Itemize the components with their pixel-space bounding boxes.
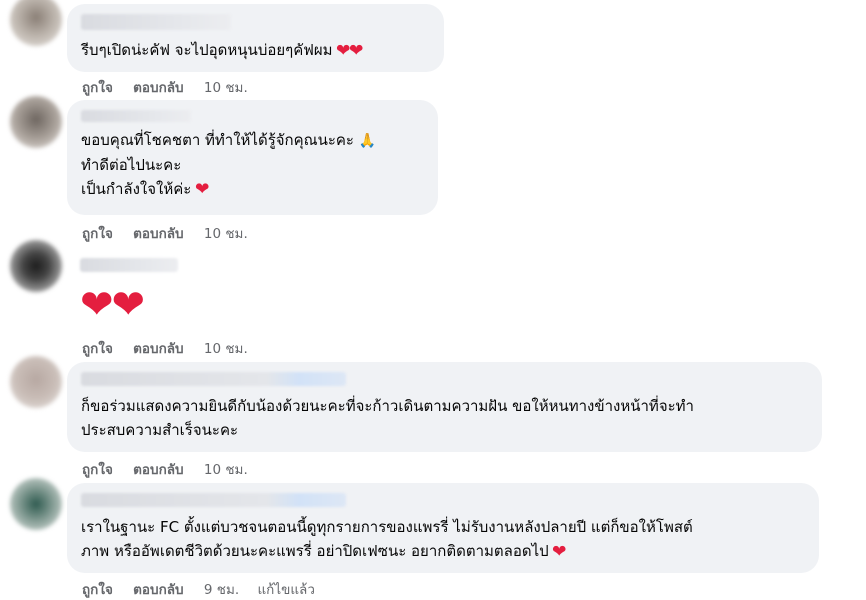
comment-actions: ถูกใจ ตอบกลับ 10 ชม. (82, 458, 262, 480)
reply-button[interactable]: ตอบกลับ (133, 226, 183, 242)
heart-icon: ❤ (348, 39, 364, 61)
like-button[interactable]: ถูกใจ (82, 341, 113, 357)
comment-text-line: เราในฐานะ FC ตั้งแต่บวชจนตอนนี้ดูทุกรายก… (81, 518, 693, 536)
comment-text-line: รีบๆเปิดน่ะคัฟ จะไปอุดหนุนบ่อยๆคัฟผม (81, 41, 333, 59)
heart-icon: ❤ (195, 178, 210, 200)
author-name[interactable] (81, 493, 346, 507)
comment-bubble: ก็ขอร่วมแสดงความยินดีกับน้องด้วยนะคะที่จ… (67, 362, 822, 452)
comment-timestamp[interactable]: 10 ชม. (204, 462, 248, 478)
avatar[interactable] (10, 96, 62, 148)
comment-text-line: ก็ขอร่วมแสดงความยินดีกับน้องด้วยนะคะที่จ… (81, 397, 694, 415)
comment-text: ภาพ หรืออัพเดตชีวิตด้วยนะคะแพรรี่ อย่าปิ… (81, 539, 805, 563)
comment-text: ก็ขอร่วมแสดงความยินดีกับน้องด้วยนะคะที่จ… (81, 394, 808, 418)
comment-feed: รีบๆเปิดน่ะคัฟ จะไปอุดหนุนบ่อยๆคัฟผม ❤❤ … (0, 0, 866, 600)
comment-actions: ถูกใจ ตอบกลับ 10 ชม. (82, 337, 262, 359)
comment-timestamp[interactable]: 9 ชม. (204, 582, 239, 598)
comment-text: ขอบคุณที่โชคชตา ที่ทำให้ได้รู้จักคุณนะคะ… (81, 128, 424, 153)
comment-actions: ถูกใจ ตอบกลับ 9 ชม. แก้ไขแล้ว (82, 578, 315, 600)
reply-button[interactable]: ตอบกลับ (133, 582, 183, 598)
heart-icon: ❤ (552, 540, 567, 562)
avatar[interactable] (10, 240, 62, 292)
heart-icon: ❤ (111, 282, 145, 328)
comment-text: เป็นกำลังใจให้ค่ะ ❤ (81, 177, 424, 201)
comment-text-line: ประสบความสำเร็จนะคะ (81, 421, 239, 439)
comment-text-line: ภาพ หรืออัพเดตชีวิตด้วยนะคะแพรรี่ อย่าปิ… (81, 542, 549, 560)
comment-text: ทำดีต่อไปนะคะ (81, 153, 424, 177)
edited-label[interactable]: แก้ไขแล้ว (257, 582, 314, 598)
comment-timestamp[interactable]: 10 ชม. (204, 226, 248, 242)
reply-button[interactable]: ตอบกลับ (133, 80, 183, 96)
like-button[interactable]: ถูกใจ (82, 582, 113, 598)
like-button[interactable]: ถูกใจ (82, 80, 113, 96)
reply-button[interactable]: ตอบกลับ (133, 341, 183, 357)
comment-bubble: รีบๆเปิดน่ะคัฟ จะไปอุดหนุนบ่อยๆคัฟผม ❤❤ (67, 4, 444, 72)
comment-timestamp[interactable]: 10 ชม. (204, 341, 248, 357)
comment-text: ประสบความสำเร็จนะคะ (81, 418, 808, 442)
comment-text: เราในฐานะ FC ตั้งแต่บวชจนตอนนี้ดูทุกรายก… (81, 515, 805, 539)
avatar[interactable] (10, 478, 62, 530)
author-name[interactable] (80, 258, 178, 272)
comment-actions: ถูกใจ ตอบกลับ 10 ชม. (82, 222, 262, 244)
reply-button[interactable]: ตอบกลับ (133, 462, 183, 478)
author-name[interactable] (81, 14, 231, 30)
avatar[interactable] (10, 0, 62, 46)
comment-text: ❤❤ (80, 282, 145, 328)
heart-icon: ❤ (80, 282, 113, 328)
like-button[interactable]: ถูกใจ (82, 462, 113, 478)
comment-text-line: ทำดีต่อไปนะคะ (81, 156, 182, 174)
comment-timestamp[interactable]: 10 ชม. (204, 80, 248, 96)
comment-bubble: เราในฐานะ FC ตั้งแต่บวชจนตอนนี้ดูทุกรายก… (67, 483, 819, 573)
comment-text-line: เป็นกำลังใจให้ค่ะ (81, 180, 192, 198)
comment-text-line: ขอบคุณที่โชคชตา ที่ทำให้ได้รู้จักคุณนะคะ (81, 131, 354, 149)
author-name[interactable] (81, 110, 191, 122)
like-button[interactable]: ถูกใจ (82, 226, 113, 242)
comment-text: รีบๆเปิดน่ะคัฟ จะไปอุดหนุนบ่อยๆคัฟผม ❤❤ (81, 38, 430, 62)
author-name[interactable] (81, 372, 346, 386)
comment-bubble: ขอบคุณที่โชคชตา ที่ทำให้ได้รู้จักคุณนะคะ… (67, 100, 438, 215)
comment-actions: ถูกใจ ตอบกลับ 10 ชม. (82, 76, 262, 98)
pray-icon: 🙏 (358, 133, 377, 149)
avatar[interactable] (10, 356, 62, 408)
